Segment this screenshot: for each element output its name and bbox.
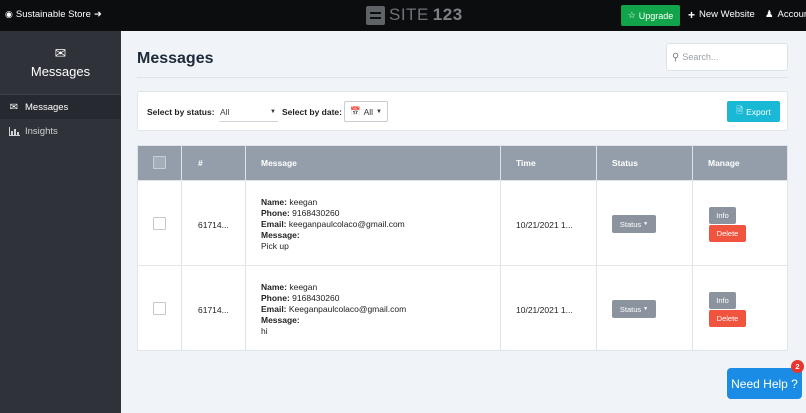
status-select-value: All — [220, 107, 230, 117]
sender-name: keegan — [286, 197, 318, 207]
plus-icon: + — [688, 7, 696, 22]
message-time: 10/21/2021 1... — [516, 305, 573, 315]
delete-button[interactable]: Delete — [709, 225, 746, 242]
messages-table: # Message Time Status Manage 61714... Na… — [137, 145, 788, 351]
caret-down-icon: ▼ — [376, 108, 382, 115]
message-time: 10/21/2021 1... — [516, 220, 573, 230]
sidebar-header: ✉ Messages — [0, 31, 121, 95]
message-content: Name: keegan Phone: 9168430260 Email: ke… — [261, 197, 405, 252]
message-content: Name: keegan Phone: 9168430260 Email: Ke… — [261, 282, 406, 337]
logo-number: 123 — [432, 5, 463, 24]
row-checkbox[interactable] — [153, 302, 166, 315]
status-select[interactable]: All ▼ — [219, 102, 278, 122]
file-icon: 🗎 — [736, 104, 744, 115]
caret-down-icon: ▼ — [270, 109, 276, 115]
table-row: 61714... Name: keegan Phone: 9168430260 … — [138, 180, 787, 266]
envelope-icon: ✉ — [9, 101, 19, 113]
page-title: Messages — [137, 50, 214, 67]
sender-phone: 9168430260 — [289, 293, 340, 303]
message-id: 61714... — [198, 305, 229, 315]
logo-mark-icon — [366, 5, 385, 25]
message-label: Message: — [261, 315, 300, 325]
table-row: 61714... Name: keegan Phone: 9168430260 … — [138, 265, 787, 351]
search-placeholder: Search... — [682, 52, 719, 62]
table-header: # Message Time Status Manage — [138, 146, 787, 180]
date-select-value: All — [363, 106, 374, 117]
envelope-icon: ✉ — [54, 45, 67, 61]
store-switcher[interactable]: ◉ Sustainable Store ➜ — [5, 9, 102, 20]
row-checkbox[interactable] — [153, 217, 166, 230]
bar-chart-icon — [8, 126, 20, 136]
status-button-label: Status — [619, 304, 642, 314]
need-help-button[interactable]: Need Help ? — [727, 368, 802, 399]
new-website-button[interactable]: + New Website — [688, 7, 755, 22]
sidebar-title: Messages — [30, 64, 91, 79]
message-text: Pick up — [261, 241, 289, 251]
delete-button[interactable]: Delete — [709, 310, 746, 327]
sidebar-item-insights[interactable]: Insights — [0, 119, 121, 143]
dashboard-icon: ◉ — [5, 9, 13, 19]
caret-down-icon: ▼ — [643, 221, 649, 227]
phone-label: Phone: — [261, 208, 290, 218]
calendar-icon: 📅 — [350, 106, 361, 116]
sender-email: Keeganpaulcolaco@gmail.com — [286, 304, 407, 314]
upgrade-label: Upgrade — [638, 10, 674, 21]
user-icon: ♟ — [765, 9, 774, 20]
status-filter-label: Select by status: — [147, 107, 215, 117]
new-website-label: New Website — [699, 9, 755, 20]
info-button[interactable]: Info — [709, 292, 736, 309]
upgrade-button[interactable]: ☆ Upgrade — [621, 5, 680, 26]
email-label: Email: — [261, 219, 287, 229]
date-filter-label: Select by date: — [282, 107, 342, 117]
header-id: # — [198, 158, 203, 168]
sidebar: ✉ Messages ✉ Messages Insights — [0, 31, 121, 413]
message-id: 61714... — [198, 220, 229, 230]
email-label: Email: — [261, 304, 287, 314]
star-icon: ☆ — [627, 10, 636, 20]
name-label: Name: — [261, 282, 287, 292]
arrow-right-icon: ➜ — [93, 9, 102, 20]
sidebar-item-label: Insights — [25, 125, 58, 137]
search-input[interactable]: ⚲ Search... — [666, 43, 788, 71]
header-time: Time — [516, 158, 536, 168]
search-icon: ⚲ — [672, 51, 680, 63]
filter-bar: Select by status: All ▼ Select by date: … — [137, 91, 788, 131]
sender-phone: 9168430260 — [289, 208, 340, 218]
sender-email: keeganpaulcolaco@gmail.com — [286, 219, 405, 229]
export-button[interactable]: 🗎 Export — [727, 101, 780, 122]
date-select[interactable]: 📅 All ▼ — [344, 101, 388, 122]
divider — [137, 77, 788, 78]
status-dropdown-button[interactable]: Status ▼ — [612, 300, 656, 318]
store-name: Sustainable Store — [15, 9, 91, 20]
name-label: Name: — [261, 197, 287, 207]
phone-label: Phone: — [261, 293, 290, 303]
header-manage: Manage — [708, 158, 740, 168]
header-status: Status — [612, 158, 638, 168]
message-label: Message: — [261, 230, 300, 240]
header-message: Message — [261, 158, 297, 168]
select-all-checkbox[interactable] — [153, 156, 166, 169]
account-label: Account — [777, 9, 806, 20]
account-menu[interactable]: ♟ Account — [765, 9, 806, 20]
info-button[interactable]: Info — [709, 207, 736, 224]
sender-name: keegan — [286, 282, 318, 292]
message-text: hi — [261, 326, 268, 336]
caret-down-icon: ▼ — [643, 306, 649, 312]
sidebar-item-label: Messages — [25, 101, 69, 113]
top-bar: ◉ Sustainable Store ➜ SITE 123 ☆ Upgrade … — [0, 0, 806, 31]
status-dropdown-button[interactable]: Status ▼ — [612, 215, 656, 233]
export-label: Export — [746, 106, 771, 117]
status-button-label: Status — [619, 219, 642, 229]
sidebar-item-messages[interactable]: ✉ Messages — [0, 95, 121, 119]
site123-logo[interactable]: SITE 123 — [366, 5, 463, 25]
logo-text: SITE — [389, 5, 429, 24]
notification-badge: 2 — [791, 360, 804, 373]
